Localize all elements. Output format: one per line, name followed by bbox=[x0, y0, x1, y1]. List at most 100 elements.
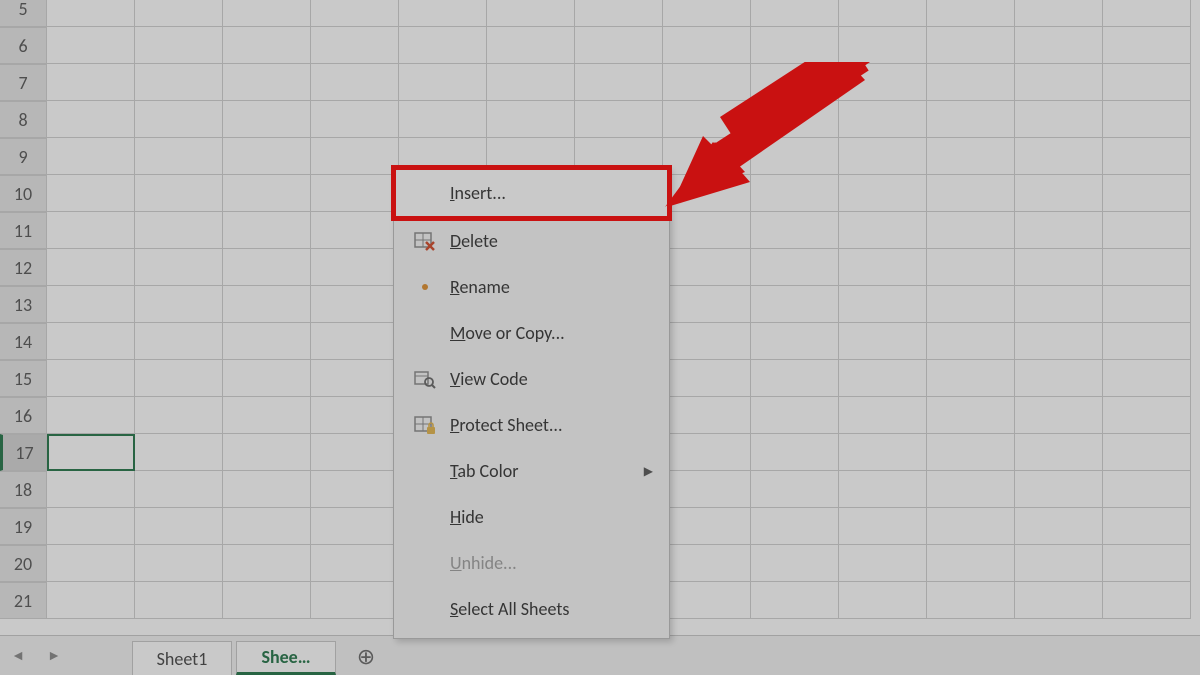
cell[interactable] bbox=[311, 545, 399, 582]
cell[interactable] bbox=[751, 286, 839, 323]
cell[interactable] bbox=[135, 249, 223, 286]
cell[interactable] bbox=[135, 0, 223, 27]
cell[interactable] bbox=[1015, 286, 1103, 323]
cell[interactable] bbox=[223, 434, 311, 471]
cell[interactable] bbox=[223, 212, 311, 249]
cell[interactable] bbox=[751, 360, 839, 397]
cell[interactable] bbox=[751, 101, 839, 138]
cell[interactable] bbox=[1015, 212, 1103, 249]
cell[interactable] bbox=[47, 212, 135, 249]
cell[interactable] bbox=[47, 360, 135, 397]
cell[interactable] bbox=[1103, 397, 1191, 434]
cell[interactable] bbox=[927, 471, 1015, 508]
cell[interactable] bbox=[223, 360, 311, 397]
cell[interactable] bbox=[839, 138, 927, 175]
row-header[interactable]: 9 bbox=[0, 138, 47, 175]
cell[interactable] bbox=[223, 27, 311, 64]
cell[interactable] bbox=[1015, 323, 1103, 360]
cell[interactable] bbox=[47, 582, 135, 619]
cell[interactable] bbox=[47, 249, 135, 286]
cell[interactable] bbox=[135, 582, 223, 619]
cell[interactable] bbox=[927, 360, 1015, 397]
tab-nav-prev[interactable]: ◄ bbox=[0, 636, 36, 675]
cell[interactable] bbox=[1103, 138, 1191, 175]
cell[interactable] bbox=[927, 0, 1015, 27]
cell[interactable] bbox=[399, 64, 487, 101]
cell[interactable] bbox=[1015, 471, 1103, 508]
cell[interactable] bbox=[487, 0, 575, 27]
cell[interactable] bbox=[47, 323, 135, 360]
cell[interactable] bbox=[1103, 212, 1191, 249]
cell[interactable] bbox=[47, 545, 135, 582]
cell[interactable] bbox=[223, 175, 311, 212]
cell[interactable] bbox=[663, 286, 751, 323]
cell[interactable] bbox=[927, 582, 1015, 619]
cell[interactable] bbox=[927, 508, 1015, 545]
cell[interactable] bbox=[663, 175, 751, 212]
cell[interactable] bbox=[839, 175, 927, 212]
cell[interactable] bbox=[927, 323, 1015, 360]
cell[interactable] bbox=[135, 212, 223, 249]
cell[interactable] bbox=[1015, 545, 1103, 582]
cell[interactable] bbox=[839, 508, 927, 545]
cell[interactable] bbox=[1015, 360, 1103, 397]
cell[interactable] bbox=[135, 434, 223, 471]
cell[interactable] bbox=[927, 286, 1015, 323]
cell[interactable] bbox=[1103, 471, 1191, 508]
cell[interactable] bbox=[927, 212, 1015, 249]
cell[interactable] bbox=[47, 508, 135, 545]
cell[interactable] bbox=[135, 471, 223, 508]
cell[interactable] bbox=[1103, 27, 1191, 64]
cell[interactable] bbox=[751, 175, 839, 212]
context-menu-insert[interactable]: Insert... bbox=[394, 168, 669, 218]
cell[interactable] bbox=[311, 323, 399, 360]
cell[interactable] bbox=[223, 138, 311, 175]
cell[interactable] bbox=[751, 64, 839, 101]
cell[interactable] bbox=[135, 323, 223, 360]
cell[interactable] bbox=[751, 397, 839, 434]
row-header[interactable]: 12 bbox=[0, 249, 47, 286]
row-header[interactable]: 7 bbox=[0, 64, 47, 101]
cell[interactable] bbox=[311, 360, 399, 397]
cell[interactable] bbox=[663, 545, 751, 582]
cell[interactable] bbox=[223, 64, 311, 101]
cell[interactable] bbox=[1015, 397, 1103, 434]
cell[interactable] bbox=[751, 508, 839, 545]
cell[interactable] bbox=[223, 397, 311, 434]
cell[interactable] bbox=[223, 508, 311, 545]
cell[interactable] bbox=[751, 323, 839, 360]
cell[interactable] bbox=[135, 286, 223, 323]
row-header[interactable]: 5 bbox=[0, 0, 47, 27]
cell[interactable] bbox=[839, 397, 927, 434]
cell[interactable] bbox=[927, 175, 1015, 212]
cell[interactable] bbox=[223, 0, 311, 27]
cell[interactable] bbox=[663, 508, 751, 545]
cell[interactable] bbox=[311, 434, 399, 471]
cell[interactable] bbox=[311, 101, 399, 138]
cell[interactable] bbox=[223, 582, 311, 619]
cell[interactable] bbox=[927, 138, 1015, 175]
cell[interactable] bbox=[135, 397, 223, 434]
context-menu-rename[interactable]: Rename bbox=[394, 264, 669, 310]
cell[interactable] bbox=[135, 138, 223, 175]
cell[interactable] bbox=[311, 471, 399, 508]
cell[interactable] bbox=[47, 138, 135, 175]
cell[interactable] bbox=[1103, 175, 1191, 212]
context-menu-hide[interactable]: Hide bbox=[394, 494, 669, 540]
cell[interactable] bbox=[135, 360, 223, 397]
cell[interactable] bbox=[47, 27, 135, 64]
cell[interactable] bbox=[663, 101, 751, 138]
cell[interactable] bbox=[135, 27, 223, 64]
cell[interactable] bbox=[1015, 101, 1103, 138]
cell[interactable] bbox=[487, 27, 575, 64]
cell[interactable] bbox=[1103, 434, 1191, 471]
cell[interactable] bbox=[223, 286, 311, 323]
cell[interactable] bbox=[1103, 582, 1191, 619]
cell[interactable] bbox=[135, 508, 223, 545]
cell[interactable] bbox=[487, 101, 575, 138]
cell[interactable] bbox=[839, 27, 927, 64]
cell[interactable] bbox=[663, 249, 751, 286]
context-menu-tabcolor[interactable]: Tab Color▶ bbox=[394, 448, 669, 494]
cell[interactable] bbox=[1103, 360, 1191, 397]
cell[interactable] bbox=[839, 212, 927, 249]
